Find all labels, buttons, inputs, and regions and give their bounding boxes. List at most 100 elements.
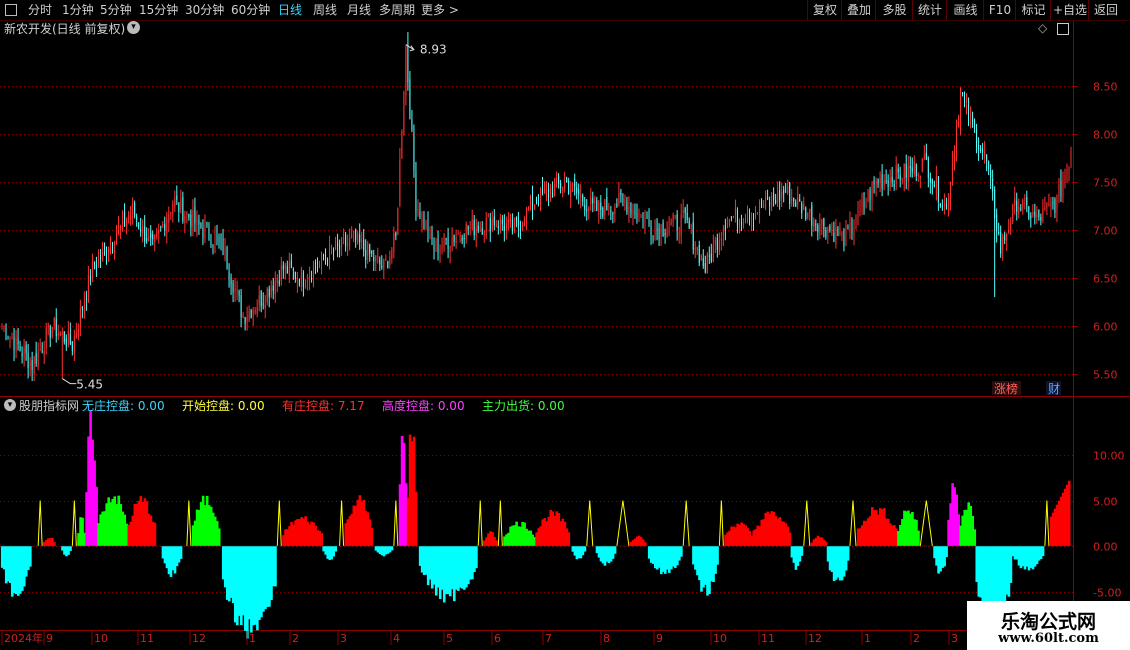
candle-body bbox=[93, 262, 95, 267]
candle-body bbox=[704, 263, 706, 273]
candle-body bbox=[53, 318, 55, 327]
candle-body bbox=[660, 225, 662, 236]
candle-body bbox=[734, 207, 736, 215]
indicator-bar bbox=[788, 532, 792, 547]
candle-body bbox=[877, 179, 879, 185]
candle-body bbox=[467, 226, 469, 230]
stock-title: 新农开发(日线 前复权) bbox=[4, 22, 126, 36]
candle-body bbox=[706, 253, 708, 273]
candle-body bbox=[21, 353, 23, 356]
candle-body bbox=[546, 189, 548, 192]
candle-body bbox=[730, 216, 732, 218]
candle-body bbox=[548, 188, 550, 197]
candle-body bbox=[680, 214, 682, 237]
indicator-bar bbox=[320, 533, 323, 547]
indicator-bar bbox=[1041, 546, 1045, 557]
candle-body bbox=[628, 205, 630, 216]
candle-body bbox=[387, 261, 389, 269]
candle-body bbox=[646, 217, 648, 219]
start-control-line bbox=[276, 500, 282, 547]
candle-body bbox=[345, 234, 347, 247]
indicator-name[interactable]: 股朋指标网 bbox=[19, 398, 79, 414]
candle-body bbox=[363, 239, 365, 251]
candle-body bbox=[110, 243, 112, 252]
candle-body bbox=[610, 210, 612, 212]
candle-body bbox=[1000, 232, 1002, 254]
indicator-bar bbox=[917, 530, 920, 547]
diamond-icon[interactable]: ◇ bbox=[1038, 20, 1047, 36]
candle-body bbox=[284, 264, 286, 270]
candle-body bbox=[556, 177, 558, 187]
candle-body bbox=[1002, 236, 1004, 251]
candle-body bbox=[558, 176, 560, 184]
candle-body bbox=[214, 237, 216, 250]
panel-toggle-icon[interactable] bbox=[1057, 23, 1069, 35]
indicator-bar bbox=[613, 546, 617, 554]
candle-body bbox=[186, 212, 188, 215]
price-tick-label: 5.50 bbox=[1093, 369, 1118, 382]
candle-body bbox=[873, 180, 875, 185]
candle-body bbox=[469, 226, 471, 229]
candle-body bbox=[998, 231, 1000, 234]
candle-body bbox=[413, 133, 415, 171]
chevron-down-icon[interactable]: ▾ bbox=[127, 21, 140, 34]
candle-body bbox=[1064, 174, 1066, 181]
candle-body bbox=[562, 186, 564, 191]
time-tick-label: 2 bbox=[292, 632, 299, 645]
candle-body bbox=[996, 214, 998, 232]
candle-body bbox=[288, 262, 290, 277]
candle-body bbox=[523, 223, 525, 225]
chevron-down-icon[interactable]: ▾ bbox=[4, 399, 16, 411]
candle-body bbox=[81, 307, 83, 310]
candle-body bbox=[980, 147, 982, 151]
start-control-line bbox=[393, 500, 399, 547]
candle-body bbox=[531, 193, 533, 209]
candle-body bbox=[23, 348, 25, 359]
candle-body bbox=[162, 223, 164, 227]
candle-body bbox=[198, 219, 200, 225]
candle-body bbox=[580, 194, 582, 198]
candle-body bbox=[318, 261, 320, 267]
watermark: 乐淘公式网 www.60lt.com bbox=[967, 601, 1130, 650]
candle-body bbox=[367, 242, 369, 257]
candle-body bbox=[1, 326, 3, 328]
candle-body bbox=[381, 265, 383, 268]
candle-body bbox=[310, 278, 312, 281]
candle-body bbox=[668, 226, 670, 228]
price-tick-label: 6.00 bbox=[1093, 321, 1118, 334]
high-marker-arrow bbox=[405, 44, 415, 52]
candle-body bbox=[622, 199, 624, 201]
candle-body bbox=[574, 179, 576, 187]
indicator-bar bbox=[800, 546, 804, 556]
candle-body bbox=[1044, 207, 1046, 210]
candle-body bbox=[700, 255, 702, 260]
candle-body bbox=[554, 183, 556, 195]
candle-body bbox=[148, 235, 150, 241]
candle-body bbox=[1032, 212, 1034, 216]
candle-body bbox=[976, 128, 978, 148]
candle-body bbox=[282, 265, 284, 270]
candle-body bbox=[411, 119, 413, 131]
candle-body bbox=[509, 218, 511, 222]
candle-body bbox=[401, 131, 403, 159]
candle-body bbox=[13, 337, 15, 351]
badge-cai: 财 bbox=[1048, 382, 1060, 396]
candle-body bbox=[497, 226, 499, 228]
candle-body bbox=[817, 225, 819, 233]
candle-body bbox=[463, 238, 465, 240]
candle-body bbox=[1018, 206, 1020, 214]
candle-body bbox=[152, 234, 154, 240]
candle-body bbox=[821, 219, 823, 225]
candle-body bbox=[823, 218, 825, 230]
candle-body bbox=[538, 203, 540, 206]
time-tick-label: 9 bbox=[46, 632, 53, 645]
candle-body bbox=[290, 260, 292, 268]
candle-body bbox=[785, 191, 787, 193]
candle-body bbox=[612, 212, 614, 215]
candle-body bbox=[833, 232, 835, 243]
candle-body bbox=[190, 214, 192, 228]
candle-body bbox=[97, 257, 99, 267]
candle-body bbox=[740, 221, 742, 225]
candle-body bbox=[724, 225, 726, 230]
indicator-value-0: 无庄控盘: 0.00 bbox=[82, 399, 165, 413]
